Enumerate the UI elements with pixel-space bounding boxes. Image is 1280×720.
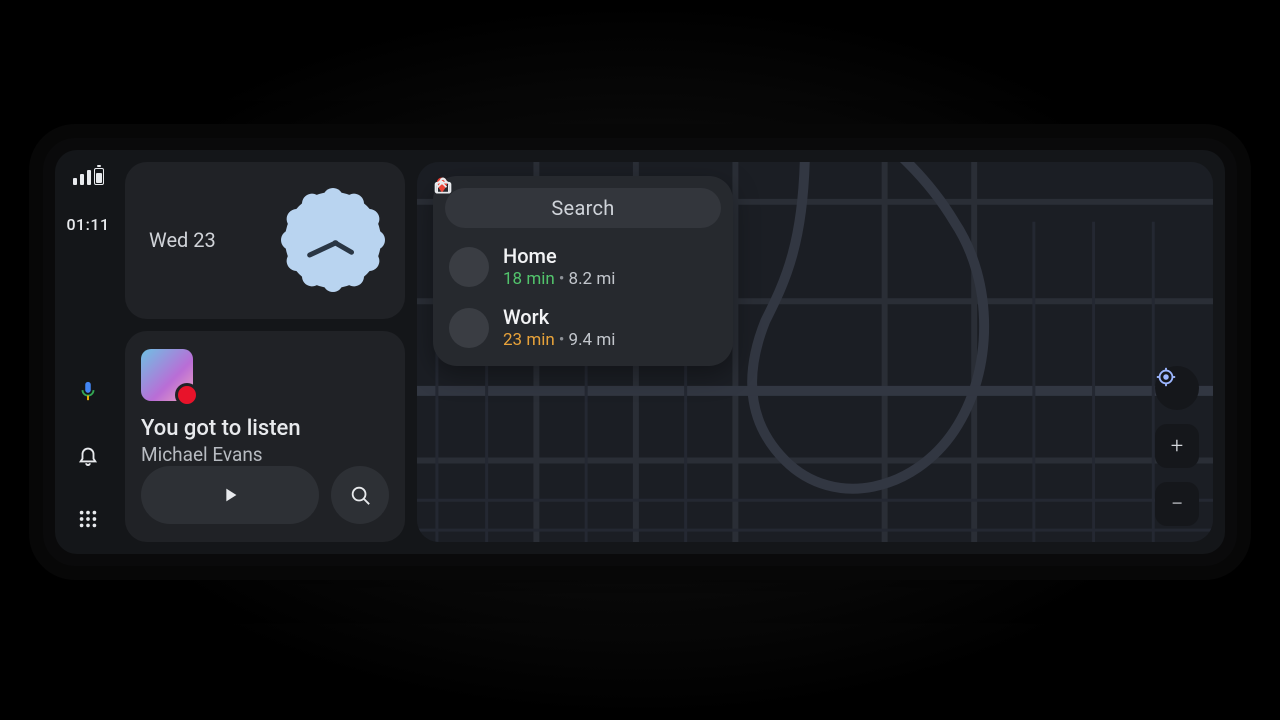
destination-title: Home: [503, 244, 615, 268]
home-icon: [449, 247, 489, 287]
clock-card[interactable]: Wed 23: [125, 162, 405, 319]
destination-home[interactable]: Home 18 min•8.2 mi: [445, 244, 721, 289]
album-art[interactable]: [141, 349, 193, 401]
signal-icon: [87, 170, 91, 185]
signal-icon: [80, 174, 84, 185]
apps-grid-icon: [77, 508, 99, 530]
destination-work[interactable]: Work 23 min•9.4 mi: [445, 305, 721, 350]
mic-icon: [77, 380, 99, 402]
map-panel[interactable]: Search Home 18 min•8.2 mi: [417, 162, 1213, 542]
media-source-badge-icon: [175, 383, 199, 407]
zoom-out-button[interactable]: −: [1155, 482, 1199, 526]
stage: 01:11: [0, 0, 1280, 720]
locate-icon: [1155, 366, 1177, 388]
zoom-in-button[interactable]: +: [1155, 424, 1199, 468]
signal-icon: [73, 178, 77, 185]
play-button[interactable]: [141, 466, 319, 524]
destination-subtitle: 23 min•9.4 mi: [503, 330, 615, 350]
search-label: Search: [455, 196, 711, 220]
device-bezel: 01:11: [43, 138, 1237, 566]
battery-icon: [94, 168, 104, 185]
track-artist: Michael Evans: [141, 443, 389, 466]
app-launcher-button[interactable]: [71, 502, 105, 536]
recenter-button[interactable]: [1155, 366, 1199, 410]
destination-subtitle: 18 min•8.2 mi: [503, 269, 615, 289]
briefcase-icon: [449, 308, 489, 348]
minus-icon: −: [1171, 492, 1184, 517]
search-icon: [349, 484, 371, 506]
plus-icon: +: [1171, 434, 1183, 459]
media-card: You got to listen Michael Evans: [125, 331, 405, 543]
map-search-button[interactable]: Search: [445, 188, 721, 228]
map-controls: + −: [1155, 366, 1199, 526]
notifications-button[interactable]: [71, 438, 105, 472]
clock-text: 01:11: [66, 215, 109, 234]
track-title: You got to listen: [141, 415, 389, 443]
left-column: Wed 23: [125, 162, 405, 542]
play-icon: [219, 484, 241, 506]
screen: 01:11: [55, 150, 1225, 554]
bell-icon: [77, 444, 99, 466]
map-suggestions-panel: Search Home 18 min•8.2 mi: [433, 176, 733, 366]
media-search-button[interactable]: [331, 466, 389, 524]
assistant-button[interactable]: [71, 374, 105, 408]
date-label: Wed 23: [149, 228, 216, 252]
destination-title: Work: [503, 305, 615, 329]
system-rail: 01:11: [55, 150, 121, 554]
analog-clock-icon: [285, 192, 381, 288]
status-icons: [73, 168, 104, 185]
